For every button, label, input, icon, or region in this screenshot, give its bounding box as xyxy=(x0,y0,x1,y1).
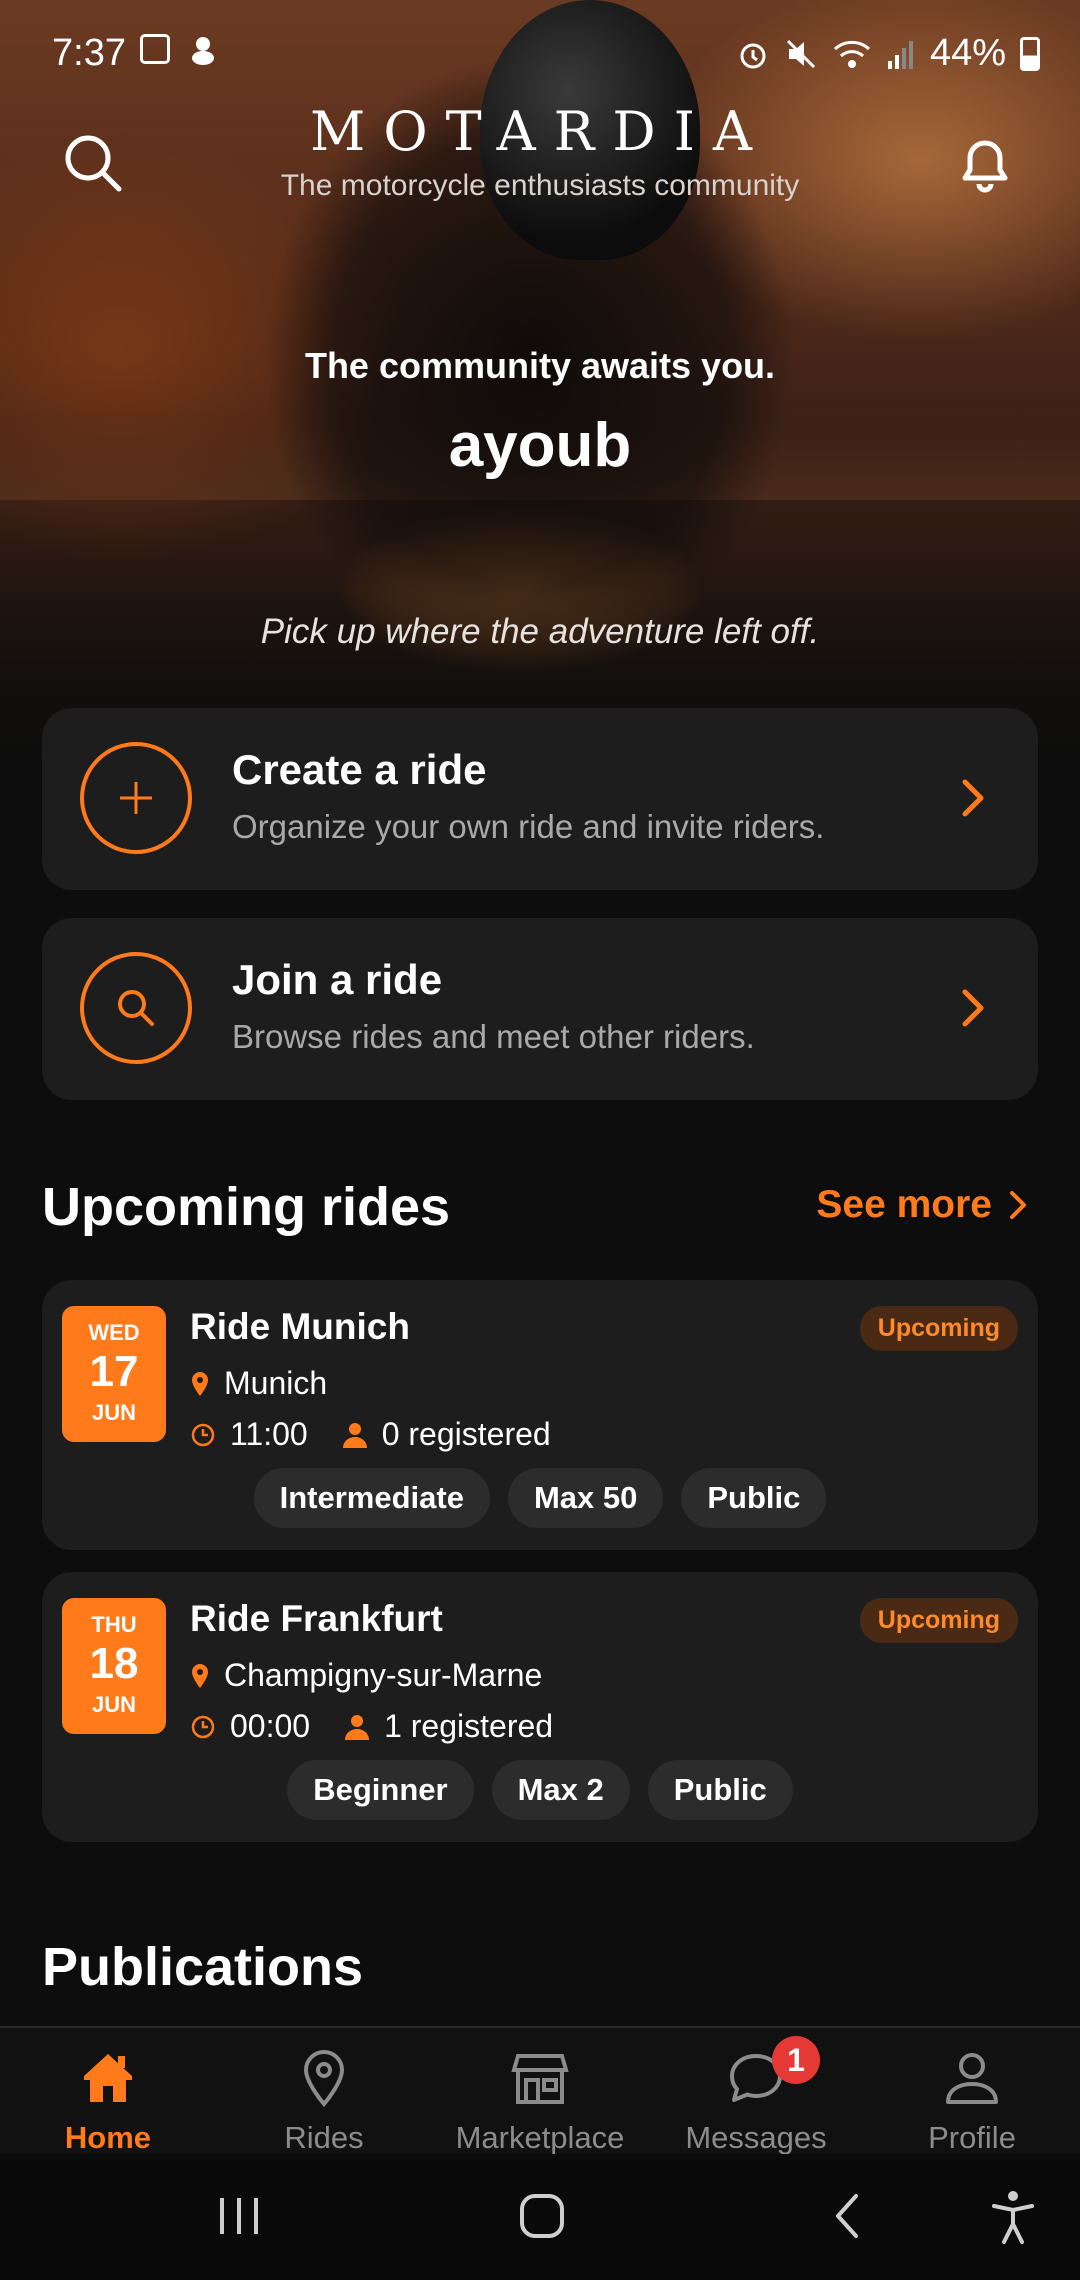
ride-title: Ride Munich xyxy=(190,1306,410,1347)
publications-title: Publications xyxy=(42,1937,364,1997)
alarm-icon xyxy=(740,43,766,68)
nav-profile[interactable]: Profile xyxy=(864,2028,1080,2156)
status-badge: Upcoming xyxy=(859,1598,1018,1643)
upcoming-rides-title: Upcoming rides xyxy=(42,1177,451,1237)
recent-apps-icon[interactable] xyxy=(214,2186,264,2246)
system-navigation-bar xyxy=(0,2154,1080,2280)
create-ride-card[interactable]: Create a ride Organize your own ride and… xyxy=(42,708,1038,890)
ride-tags: Beginner Max 2 Public xyxy=(42,1760,1038,1820)
signal-icon xyxy=(887,40,913,69)
clock-icon xyxy=(191,1715,215,1738)
join-ride-subtitle: Browse rides and meet other riders. xyxy=(232,1018,755,1055)
chevron-right-icon xyxy=(962,779,984,817)
brand-tagline: The motorcycle enthusiasts community xyxy=(280,169,800,202)
battery-icon xyxy=(1020,36,1040,71)
ride-location: Champigny-sur-Marne xyxy=(224,1657,543,1693)
status-time: 7:37 xyxy=(52,32,126,74)
tag-max: Max 2 xyxy=(491,1760,630,1820)
chevron-right-icon xyxy=(962,989,984,1027)
nav-rides[interactable]: Rides xyxy=(216,2028,432,2156)
person-icon xyxy=(342,1422,367,1448)
tag-visibility: Public xyxy=(647,1760,793,1820)
back-icon[interactable] xyxy=(822,2186,872,2246)
wifi-icon xyxy=(833,40,870,68)
location-pin-icon xyxy=(192,1371,208,1396)
location-pin-icon xyxy=(303,2049,345,2108)
home-button-icon[interactable] xyxy=(512,2186,572,2246)
hero-subtitle: Pick up where the adventure left off. xyxy=(260,612,820,651)
see-more-label: See more xyxy=(816,1183,992,1226)
tag-max: Max 50 xyxy=(507,1468,664,1528)
see-more-link[interactable]: See more xyxy=(816,1183,1028,1227)
ride-location: Munich xyxy=(224,1365,328,1401)
ride-title: Ride Frankfurt xyxy=(190,1598,443,1639)
nav-home[interactable]: Home xyxy=(0,2028,216,2156)
clock-icon xyxy=(191,1423,215,1446)
tag-visibility: Public xyxy=(681,1468,827,1528)
location-pin-icon xyxy=(192,1663,208,1688)
home-icon xyxy=(84,2054,132,2102)
join-ride-card[interactable]: Join a ride Browse rides and meet other … xyxy=(42,918,1038,1100)
tag-level: Beginner xyxy=(287,1760,474,1820)
user-icon xyxy=(946,2053,998,2104)
mute-icon xyxy=(786,39,815,68)
create-ride-title: Create a ride xyxy=(232,746,487,793)
ride-time: 11:00 xyxy=(230,1416,308,1452)
battery-percent: 44% xyxy=(929,32,1006,74)
store-icon xyxy=(511,2054,569,2104)
greeting-text: The community awaits you. xyxy=(304,345,776,386)
ride-registered: 0 registered xyxy=(381,1416,551,1452)
bottom-navigation: Home Rides Marketplace 1 Messages Profil… xyxy=(0,2026,1080,2156)
messages-badge: 1 xyxy=(772,2036,820,2084)
create-ride-subtitle: Organize your own ride and invite riders… xyxy=(232,808,825,845)
brand-logo: MOTARDIA xyxy=(310,100,770,163)
ride-registered: 1 registered xyxy=(384,1708,554,1744)
status-badge: Upcoming xyxy=(859,1306,1018,1351)
plus-icon xyxy=(120,782,152,814)
ride-card[interactable]: THU 18 JUN Ride Frankfurt Upcoming Champ… xyxy=(42,1572,1038,1842)
ride-tags: Intermediate Max 50 Public xyxy=(42,1468,1038,1528)
tag-level: Intermediate xyxy=(253,1468,490,1528)
nav-marketplace[interactable]: Marketplace xyxy=(432,2028,648,2156)
status-bar: 7:37 44% xyxy=(0,0,1080,100)
ride-card[interactable]: WED 17 JUN Ride Munich Upcoming Munich 1… xyxy=(42,1280,1038,1550)
join-ride-title: Join a ride xyxy=(232,956,443,1003)
person-icon xyxy=(345,1714,370,1740)
ride-date-box: THU 18 JUN xyxy=(62,1598,166,1734)
nav-messages[interactable]: 1 Messages xyxy=(648,2028,864,2156)
chevron-right-icon xyxy=(1010,1191,1026,1219)
accessibility-icon[interactable] xyxy=(988,2186,1038,2246)
username: ayoub xyxy=(448,411,632,480)
ride-time: 00:00 xyxy=(230,1708,311,1744)
brand-header: MOTARDIA The motorcycle enthusiasts comm… xyxy=(200,100,880,203)
ride-date-box: WED 17 JUN xyxy=(62,1306,166,1442)
bell-icon[interactable] xyxy=(950,128,1020,198)
search-icon xyxy=(118,990,154,1026)
search-icon[interactable] xyxy=(58,128,128,198)
app-notification-icon xyxy=(192,37,214,65)
gallery-notification-icon xyxy=(140,34,170,64)
